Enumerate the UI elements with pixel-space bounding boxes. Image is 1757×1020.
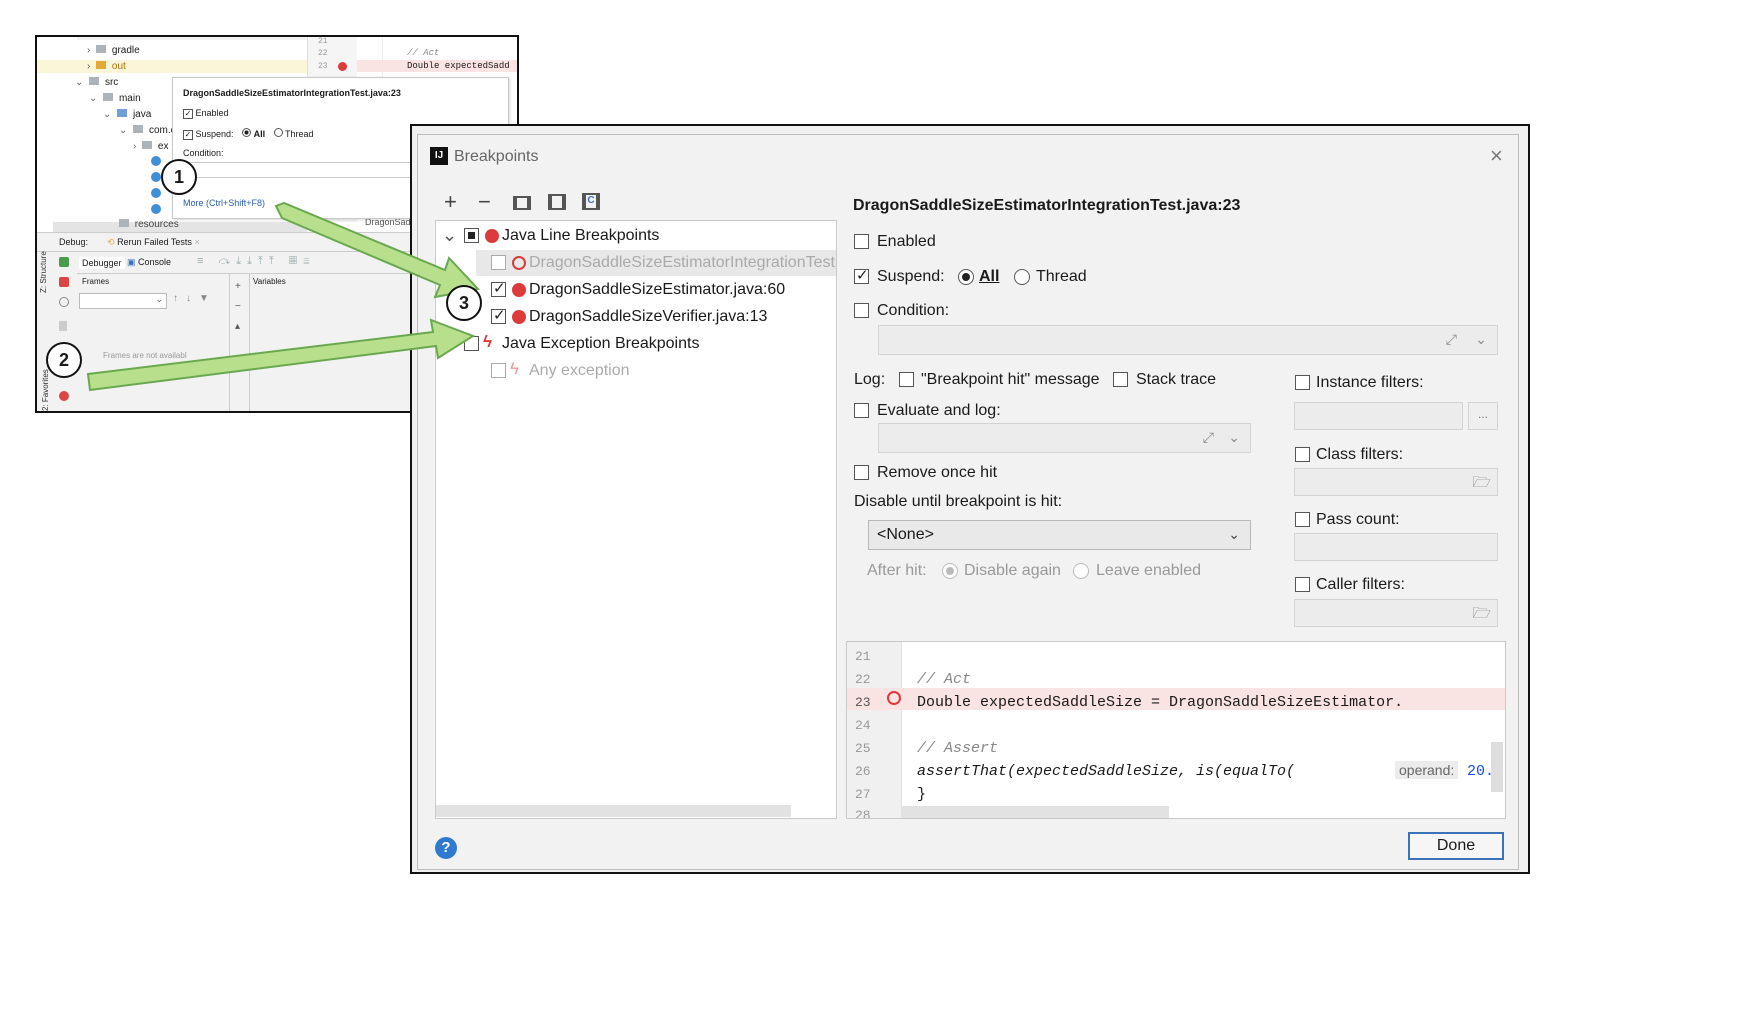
callout-1: 1 [161, 159, 197, 195]
callout-2: 2 [46, 342, 82, 378]
annotation-arrows [86, 201, 480, 392]
arrow-2 [86, 318, 476, 392]
callout-3: 3 [446, 285, 482, 321]
arrow-1 [274, 201, 480, 299]
